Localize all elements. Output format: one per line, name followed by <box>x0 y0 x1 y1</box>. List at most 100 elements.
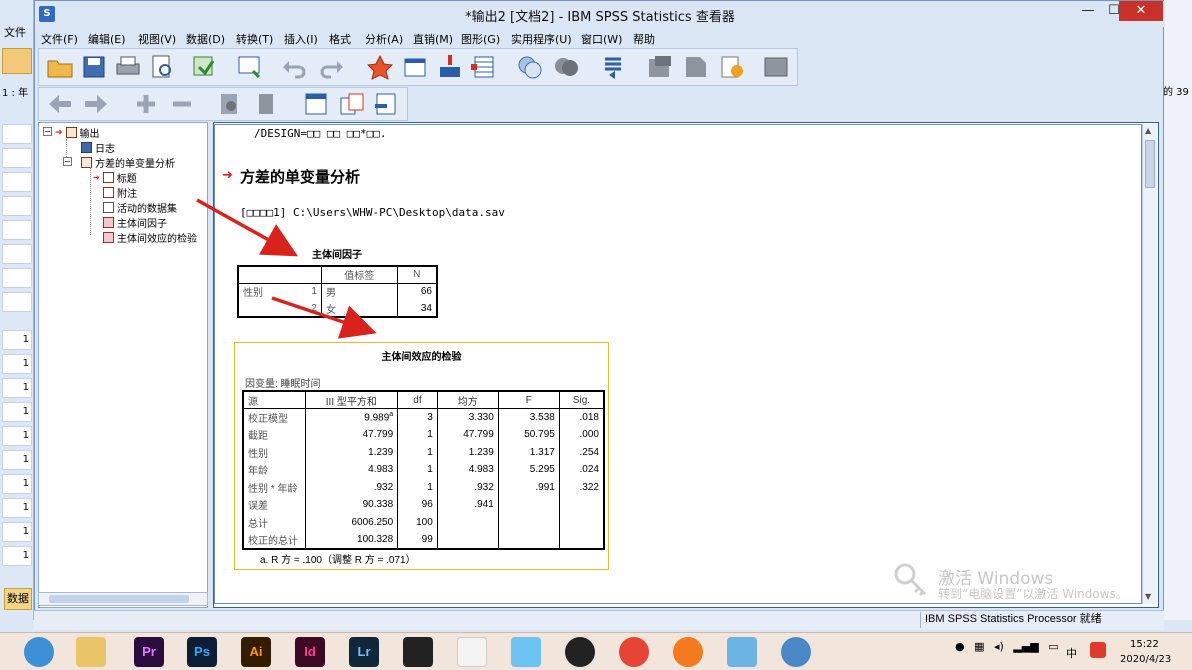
minimize-button[interactable]: — <box>1075 1 1101 21</box>
ss-cell: .932 <box>304 478 398 496</box>
browser-icon[interactable] <box>673 637 703 667</box>
menu-utilities[interactable]: 实用程序(U) <box>511 31 572 47</box>
nav-effects-test-node[interactable]: 主体间效应的检验 <box>103 230 197 245</box>
collapse-icon[interactable] <box>167 90 197 118</box>
video-editor-icon[interactable] <box>403 637 433 667</box>
print-icon[interactable] <box>113 53 143 81</box>
volume-icon[interactable]: ◂) <box>994 640 1004 653</box>
collapse-procedure-toggle[interactable]: − <box>63 157 72 166</box>
insert-variable-icon[interactable] <box>469 53 499 81</box>
between-factors-table[interactable]: 值标签 N 性别 1 男 66 2 女 34 <box>237 265 438 318</box>
chrome-icon[interactable] <box>619 637 649 667</box>
lightroom-icon[interactable]: Lr <box>349 637 379 667</box>
redo-icon[interactable] <box>317 53 347 81</box>
show-icon[interactable] <box>215 90 245 118</box>
notes-app-icon[interactable] <box>727 637 757 667</box>
illustrator-icon[interactable]: Ai <box>241 637 271 667</box>
scroll-up-icon[interactable]: ▲ <box>1145 126 1151 135</box>
nav-between-factors-node[interactable]: 主体间因子 <box>103 215 167 230</box>
title-bar: S *输出2 [文档2] - IBM SPSS Statistics 查看器 —… <box>35 1 1165 27</box>
scrollbar-thumb[interactable] <box>1145 140 1155 188</box>
f-cell <box>497 496 560 514</box>
export-icon[interactable] <box>189 53 219 81</box>
power-icon[interactable]: ▭ <box>1048 640 1058 653</box>
log-icon <box>81 142 92 153</box>
ime-indicator[interactable]: 中 <box>1066 645 1077 661</box>
select-cases-icon[interactable] <box>599 53 629 81</box>
hide-icon[interactable] <box>761 53 791 81</box>
variables-icon[interactable] <box>401 53 431 81</box>
qq-tray-icon[interactable]: ● <box>955 640 965 653</box>
nav-notes-node[interactable]: 附注 <box>103 185 137 200</box>
sogou-ime-icon[interactable] <box>1090 642 1106 658</box>
navigator-horizontal-scrollbar[interactable] <box>38 592 208 606</box>
nav-title-node[interactable]: ➜ 标题 <box>93 170 137 185</box>
menu-view[interactable]: 视图(V) <box>138 31 176 47</box>
clock-date[interactable]: 2020/4/23 <box>1120 654 1171 665</box>
close-button[interactable]: ✕ <box>1119 1 1163 21</box>
nav-active-dataset-node[interactable]: 活动的数据集 <box>103 200 177 215</box>
insert-text-icon[interactable] <box>371 90 401 118</box>
menu-graphs[interactable]: 图形(G) <box>461 31 500 47</box>
file-explorer-icon[interactable] <box>76 637 106 667</box>
xmind-icon[interactable] <box>457 637 487 667</box>
procedure-heading[interactable]: 方差的单变量分析 <box>240 166 360 187</box>
menu-window[interactable]: 窗口(W) <box>581 31 622 47</box>
show-output-icon[interactable] <box>645 53 675 81</box>
script-icon[interactable] <box>717 53 747 81</box>
menu-data[interactable]: 数据(D) <box>186 31 225 47</box>
insert-title-icon[interactable] <box>337 90 367 118</box>
nav-procedure-node[interactable]: 方差的单变量分析 <box>81 155 175 170</box>
nav-procedure-label: 方差的单变量分析 <box>95 159 175 170</box>
menu-edit[interactable]: 编辑(E) <box>88 31 126 47</box>
promote-icon[interactable] <box>45 90 75 118</box>
bg-data-tab[interactable]: 数据 <box>4 588 32 610</box>
save-icon[interactable] <box>79 53 109 81</box>
source-cell: 截距 <box>243 426 305 444</box>
game-app-icon[interactable] <box>511 637 541 667</box>
df-cell: 1 <box>397 478 438 496</box>
menu-insert[interactable]: 插入(I) <box>284 31 318 47</box>
ss-cell: 90.338 <box>304 496 398 514</box>
scrollbar-thumb[interactable] <box>49 595 189 603</box>
clock-time[interactable]: 15:22 <box>1130 639 1159 650</box>
premiere-icon[interactable]: Pr <box>134 637 164 667</box>
content-vertical-scrollbar[interactable]: ▲ ▼ <box>1142 124 1157 604</box>
menu-help[interactable]: 帮助 <box>633 31 655 47</box>
network-icon[interactable]: ▦ <box>974 640 984 653</box>
photoshop-icon[interactable]: Ps <box>187 637 217 667</box>
collapse-output-toggle[interactable]: − <box>43 127 52 136</box>
demote-icon[interactable] <box>81 90 111 118</box>
print-preview-icon[interactable] <box>147 53 177 81</box>
bg-menu-file[interactable]: 文件 <box>4 24 26 40</box>
spss-taskbar-icon[interactable] <box>781 637 811 667</box>
mean-square-cell <box>436 531 499 549</box>
start-orb-icon[interactable] <box>24 637 54 667</box>
indesign-icon[interactable]: Id <box>295 637 325 667</box>
hide-item-icon[interactable] <box>251 90 281 118</box>
undo-icon[interactable] <box>279 53 309 81</box>
table-header-cell: 均方 <box>436 391 499 409</box>
insert-cases-icon[interactable] <box>435 53 465 81</box>
insert-heading-icon[interactable] <box>301 90 331 118</box>
open-folder-icon[interactable] <box>45 53 75 81</box>
nav-log-node[interactable]: 日志 <box>81 140 115 155</box>
expand-icon[interactable] <box>131 90 161 118</box>
qq-icon[interactable] <box>565 637 595 667</box>
split-file-icon[interactable] <box>515 53 545 81</box>
df-cell-value: 100 <box>416 516 433 528</box>
nav-output-node[interactable]: ➜ 输出 <box>55 125 100 140</box>
signal-icon[interactable]: ▂▄▆ <box>1013 640 1038 653</box>
menu-file[interactable]: 文件(F) <box>41 31 78 47</box>
effects-test-table[interactable]: 源 III 型平方和 df 均方 F Sig. 校正模型 9.989a 3 3.330… <box>242 390 605 550</box>
goto-case-icon[interactable] <box>365 53 395 81</box>
menu-direct-marketing[interactable]: 直销(M) <box>413 31 453 47</box>
designate-window-icon[interactable] <box>681 53 711 81</box>
goto-data-icon[interactable] <box>235 53 265 81</box>
menu-transform[interactable]: 转换(T) <box>236 31 273 47</box>
menu-analyze[interactable]: 分析(A) <box>365 31 403 47</box>
scroll-down-icon[interactable]: ▼ <box>1145 592 1151 601</box>
bg-open-icon[interactable] <box>2 48 32 74</box>
menu-format[interactable]: 格式 <box>329 31 351 47</box>
weight-cases-icon[interactable] <box>551 53 581 81</box>
